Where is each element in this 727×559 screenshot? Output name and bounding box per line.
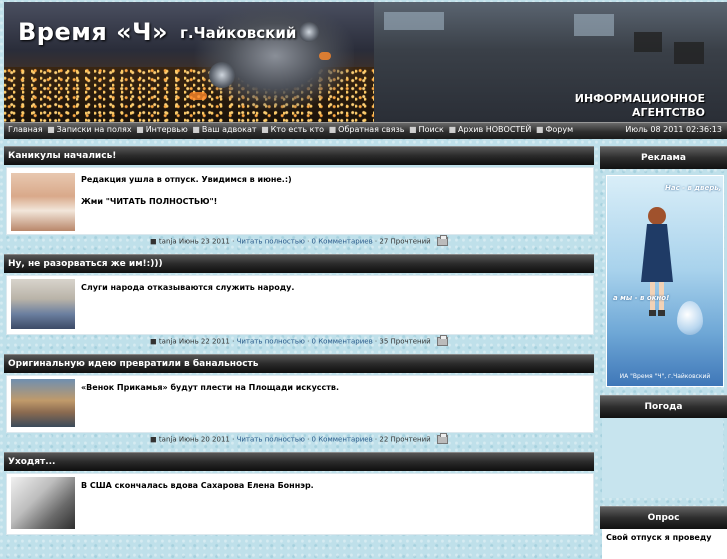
news-title[interactable]: Оригинальную идею превратили в банальнос… [4, 354, 594, 373]
news-author: tanja [158, 337, 177, 346]
nav-item-forum[interactable]: Форум [545, 125, 573, 134]
reads-count: 35 Прочтений [379, 337, 431, 346]
print-icon[interactable] [436, 433, 448, 444]
reads-count: 27 Прочтений [379, 237, 431, 246]
news-thumbnail[interactable] [11, 477, 75, 529]
nav-item-interview[interactable]: Интервью [146, 125, 188, 134]
news-item: Уходят... В США скончалась вдова Сахаров… [4, 452, 594, 535]
news-title[interactable]: Ну, не разорваться же им!:))) [4, 254, 594, 273]
news-item: Каникулы начались! Редакция ушла в отпус… [4, 146, 594, 250]
nav-bullet-icon: ■ [261, 125, 269, 134]
nav-item-archive[interactable]: Архив НОВОСТЕЙ [458, 125, 531, 134]
nav-bullet-icon: ■ [47, 125, 55, 134]
agency-line-1: ИНФОРМАЦИОННОЕ [574, 92, 705, 105]
news-summary: Слуги народа отказываются служить народу… [81, 282, 294, 293]
site-city: г.Чайковский [180, 24, 297, 42]
news-author: tanja [158, 435, 177, 444]
news-summary-line [81, 185, 292, 196]
news-item: Ну, не разорваться же им!:))) Слуги наро… [4, 254, 594, 350]
nav-bullet-icon: ■ [192, 125, 200, 134]
nav-item-lawyer[interactable]: Ваш адвокат [202, 125, 257, 134]
header-banner: Время «Ч» г.Чайковский ИНФОРМАЦИОННОЕ АГ… [4, 2, 727, 122]
news-summary: В США скончалась вдова Сахарова Елена Бо… [81, 480, 314, 491]
weather-widget [602, 418, 723, 498]
news-column: Каникулы начались! Редакция ушла в отпус… [4, 146, 594, 535]
news-body: В США скончалась вдова Сахарова Елена Бо… [6, 473, 594, 535]
news-summary-line: Редакция ушла в отпуск. Увидимся в июне.… [81, 175, 292, 184]
author-bullet-icon: ■ [150, 237, 157, 246]
news-title[interactable]: Уходят... [4, 452, 594, 471]
nav-bullet-icon: ■ [136, 125, 144, 134]
news-summary-line: Жми "ЧИТАТЬ ПОЛНОСТЬЮ"! [81, 197, 218, 206]
nav-bullet-icon: ■ [408, 125, 417, 134]
nav-items: Главная ■ Записки на полях ■ Интервью ■ Ваш… [8, 125, 573, 134]
nav-item-notes[interactable]: Записки на полях [57, 125, 132, 134]
news-date: Июнь 23 2011 [178, 237, 230, 246]
agency-line-2: АГЕНТСТВО [631, 106, 705, 119]
ad-banner[interactable]: Нас - в дверь, а мы - в окно! ИА "Время … [606, 175, 724, 387]
news-body: Редакция ушла в отпуск. Увидимся в июне.… [6, 167, 594, 235]
robot-light-icon [189, 92, 207, 100]
robot-lens-icon [299, 22, 319, 42]
robot-lens-icon [209, 62, 235, 88]
comments-link[interactable]: 0 Комментариев [312, 436, 373, 444]
nav-item-feedback[interactable]: Обратная связь [338, 125, 404, 134]
author-bullet-icon: ■ [150, 337, 157, 346]
news-thumbnail[interactable] [11, 279, 75, 329]
sidebar: Реклама Нас - в дверь, а мы - в окно! ИА… [600, 146, 727, 559]
news-body: «Венок Прикамья» будут плести на Площади… [6, 375, 594, 433]
news-summary: «Венок Прикамья» будут плести на Площади… [81, 382, 339, 393]
news-author: tanja [158, 237, 177, 246]
weather-header: Погода [600, 395, 727, 418]
nav-bullet-icon: ■ [328, 125, 337, 134]
print-icon[interactable] [436, 235, 448, 246]
poll-header: Опрос [600, 506, 727, 529]
news-meta: ■ tanja Июнь 20 2011 · Читать полностью … [4, 433, 594, 448]
ad-text: Нас - в дверь, [665, 184, 722, 192]
news-body: Слуги народа отказываются служить народу… [6, 275, 594, 335]
robot-light-icon [319, 52, 331, 60]
news-item: Оригинальную идею превратили в банальнос… [4, 354, 594, 448]
ad-drop-image [677, 301, 703, 335]
news-date: Июнь 22 2011 [178, 337, 230, 346]
news-meta: ■ tanja Июнь 22 2011 · Читать полностью … [4, 335, 594, 350]
news-summary-line: Слуги народа отказываются служить народу… [81, 283, 295, 292]
main-nav: Главная ■ Записки на полях ■ Интервью ■ Ваш… [4, 122, 727, 139]
news-summary-line: «Венок Прикамья» будут плести на Площади… [81, 383, 340, 392]
news-summary-line: В США скончалась вдова Сахарова Елена Бо… [81, 481, 314, 490]
site-title: Время «Ч» [18, 18, 169, 46]
news-thumbnail[interactable] [11, 379, 75, 427]
nav-datetime: Июль 08 2011 02:36:13 [625, 125, 722, 134]
news-meta: ■ tanja Июнь 23 2011 · Читать полностью … [4, 235, 594, 250]
ad-text: а мы - в окно! [613, 294, 670, 302]
read-more-link[interactable]: Читать полностью [237, 338, 305, 346]
print-icon[interactable] [436, 335, 448, 346]
nav-item-who-is-who[interactable]: Кто есть кто [271, 125, 324, 134]
reads-count: 22 Прочтений [379, 435, 431, 444]
news-summary: Редакция ушла в отпуск. Увидимся в июне.… [81, 174, 292, 207]
author-bullet-icon: ■ [150, 435, 157, 444]
nav-bullet-icon: ■ [535, 125, 544, 134]
comments-link[interactable]: 0 Комментариев [312, 238, 373, 246]
ad-caption: ИА "Время "Ч", г.Чайковский [619, 373, 711, 380]
banner-robot-image [179, 2, 354, 122]
comments-link[interactable]: 0 Комментариев [312, 338, 373, 346]
news-title[interactable]: Каникулы начались! [4, 146, 594, 165]
read-more-link[interactable]: Читать полностью [237, 238, 305, 246]
read-more-link[interactable]: Читать полностью [237, 436, 305, 444]
news-thumbnail[interactable] [11, 173, 75, 231]
agency-label: ИНФОРМАЦИОННОЕ АГЕНТСТВО [575, 92, 705, 120]
poll-question: Свой отпуск я проведу [602, 529, 727, 559]
nav-item-home[interactable]: Главная [8, 125, 43, 134]
news-date: Июнь 20 2011 [178, 435, 230, 444]
ads-header: Реклама [600, 146, 727, 169]
ad-girl-image [641, 207, 673, 316]
nav-item-search[interactable]: Поиск [419, 125, 444, 134]
nav-bullet-icon: ■ [448, 125, 456, 134]
